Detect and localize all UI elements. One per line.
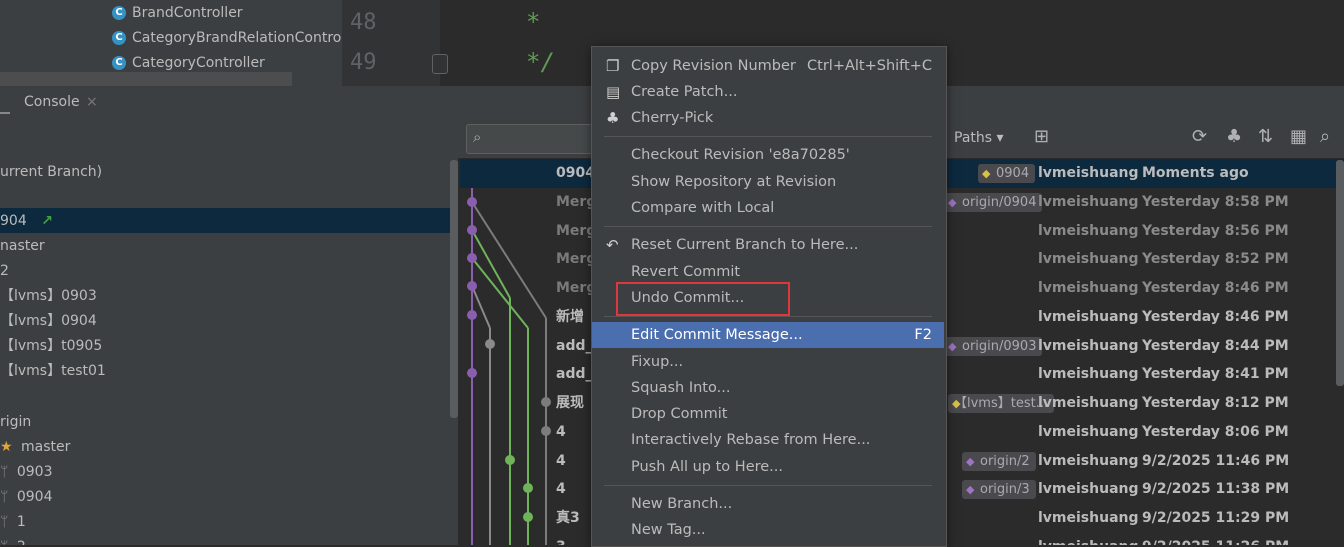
search-icon: ⌕ [473,128,482,146]
branches-toolbar [0,120,460,158]
menu-separator [604,316,932,317]
menu-item-interactive-rebase[interactable]: Interactively Rebase from Here... [592,427,944,453]
commit-tag: origin/0904 [944,193,1043,212]
branch-item-0904[interactable]: 904 ↗ [0,209,53,233]
tree-selection [0,72,292,86]
branch-item-lvms-0903[interactable]: 【lvms】0903 [0,284,97,308]
commit-tag: 0904 [978,164,1036,183]
branches-scrollbar[interactable] [450,160,458,418]
menu-item-reset-branch[interactable]: ↶ Reset Current Branch to Here... [592,232,944,258]
branch-item-current[interactable]: urrent Branch) [0,160,102,184]
branch-icon: ᛘ [0,514,9,530]
class-icon: C [112,31,126,45]
fold-marker-icon[interactable] [432,54,448,74]
branch-icon: ᛘ [0,464,9,480]
branch-item-lvms-test01[interactable]: 【lvms】test01 [0,359,106,383]
reset-icon: ↶ [606,236,619,254]
menu-separator [604,136,932,137]
class-icon: C [112,56,126,70]
refresh-icon[interactable]: ⟳ [1192,126,1207,147]
log-scrollbar[interactable] [1336,160,1344,386]
line-number: 48 [350,10,377,35]
copy-icon: ❐ [606,57,620,75]
tree-item-brand-controller[interactable]: C BrandController [112,2,243,24]
branch-item-origin-2[interactable]: ᛘ 2 [0,535,26,545]
class-icon: C [112,6,126,20]
panel-toggle-icon[interactable] [0,96,10,114]
branch-item-lvms-0904[interactable]: 【lvms】0904 [0,309,97,333]
commit-tag: origin/0903 [944,337,1043,356]
branch-selection [0,208,458,233]
branch-item-origin-1[interactable]: ᛘ 1 [0,510,26,534]
menu-item-copy-revision-number[interactable]: ❐ Copy Revision Number Ctrl+Alt+Shift+C [592,53,944,79]
commit-tag: origin/3 [962,480,1036,499]
paths-filter[interactable]: Paths ▾ [954,130,1004,146]
branch-item-master[interactable]: naster [0,234,45,258]
remote-origin[interactable]: rigin [0,410,31,434]
branch-item-origin-0903[interactable]: ᛘ 0903 [0,460,53,484]
menu-item-squash-into[interactable]: Squash Into... [592,375,944,401]
menu-item-show-repository[interactable]: Show Repository at Revision [592,169,944,195]
branch-item-lvms-t0905[interactable]: 【lvms】t0905 [0,334,102,358]
cherry-icon: ♣ [606,109,620,127]
patch-icon: ▤ [606,83,621,101]
sort-icon[interactable]: ⇅ [1258,126,1273,147]
branch-icon: ᛘ [0,489,9,505]
menu-item-new-branch[interactable]: New Branch... [592,491,944,517]
branch-item-2[interactable]: 2 [0,259,9,283]
menu-item-edit-commit-message[interactable]: Edit Commit Message... F2 [592,322,944,348]
cherry-pick-icon[interactable]: ♣ [1226,126,1242,147]
menu-item-compare-with-local[interactable]: Compare with Local [592,195,944,221]
log-search-input[interactable]: ⌕ [466,124,598,154]
menu-item-push-all[interactable]: Push All up to Here... [592,454,944,480]
menu-item-drop-commit[interactable]: Drop Commit [592,401,944,427]
menu-item-new-tag[interactable]: New Tag... [592,517,944,543]
code-line: */ [526,48,555,76]
tab-console[interactable]: Console [24,94,80,110]
line-number: 49 [350,50,377,75]
tree-item-category-brand-relation-controller[interactable]: C CategoryBrandRelationControll [112,27,342,49]
menu-item-create-patch[interactable]: ▤ Create Patch... [592,79,944,105]
menu-separator [604,226,932,227]
commit-tag: origin/2 [962,452,1036,471]
menu-item-cherry-pick[interactable]: ♣ Cherry-Pick [592,105,944,131]
menu-separator [604,485,932,486]
tree-item-category-controller[interactable]: C CategoryController [112,52,265,74]
project-tree: C BrandController C CategoryBrandRelationC… [0,0,342,86]
menu-item-checkout-revision[interactable]: Checkout Revision 'e8a70285' [592,142,944,168]
search-icon[interactable]: ⌕ [1320,126,1330,147]
arrow-up-right-icon: ↗ [41,213,53,229]
grid-icon[interactable]: ▦ [1290,126,1307,147]
branch-item-origin-0904[interactable]: ᛘ 0904 [0,485,53,509]
branch-icon: ᛘ [0,539,8,545]
new-tab-icon[interactable]: ⊞ [1034,126,1049,147]
close-icon[interactable]: × [86,94,98,110]
code-line: * [526,8,541,36]
menu-item-fixup[interactable]: Fixup... [592,349,944,375]
star-icon: ★ [0,439,13,455]
branches-panel: urrent Branch) 904 ↗ naster 2 【lvms】0903… [0,158,458,545]
annotation-highlight-box [616,282,790,316]
branch-item-origin-master[interactable]: ★ master [0,435,70,459]
